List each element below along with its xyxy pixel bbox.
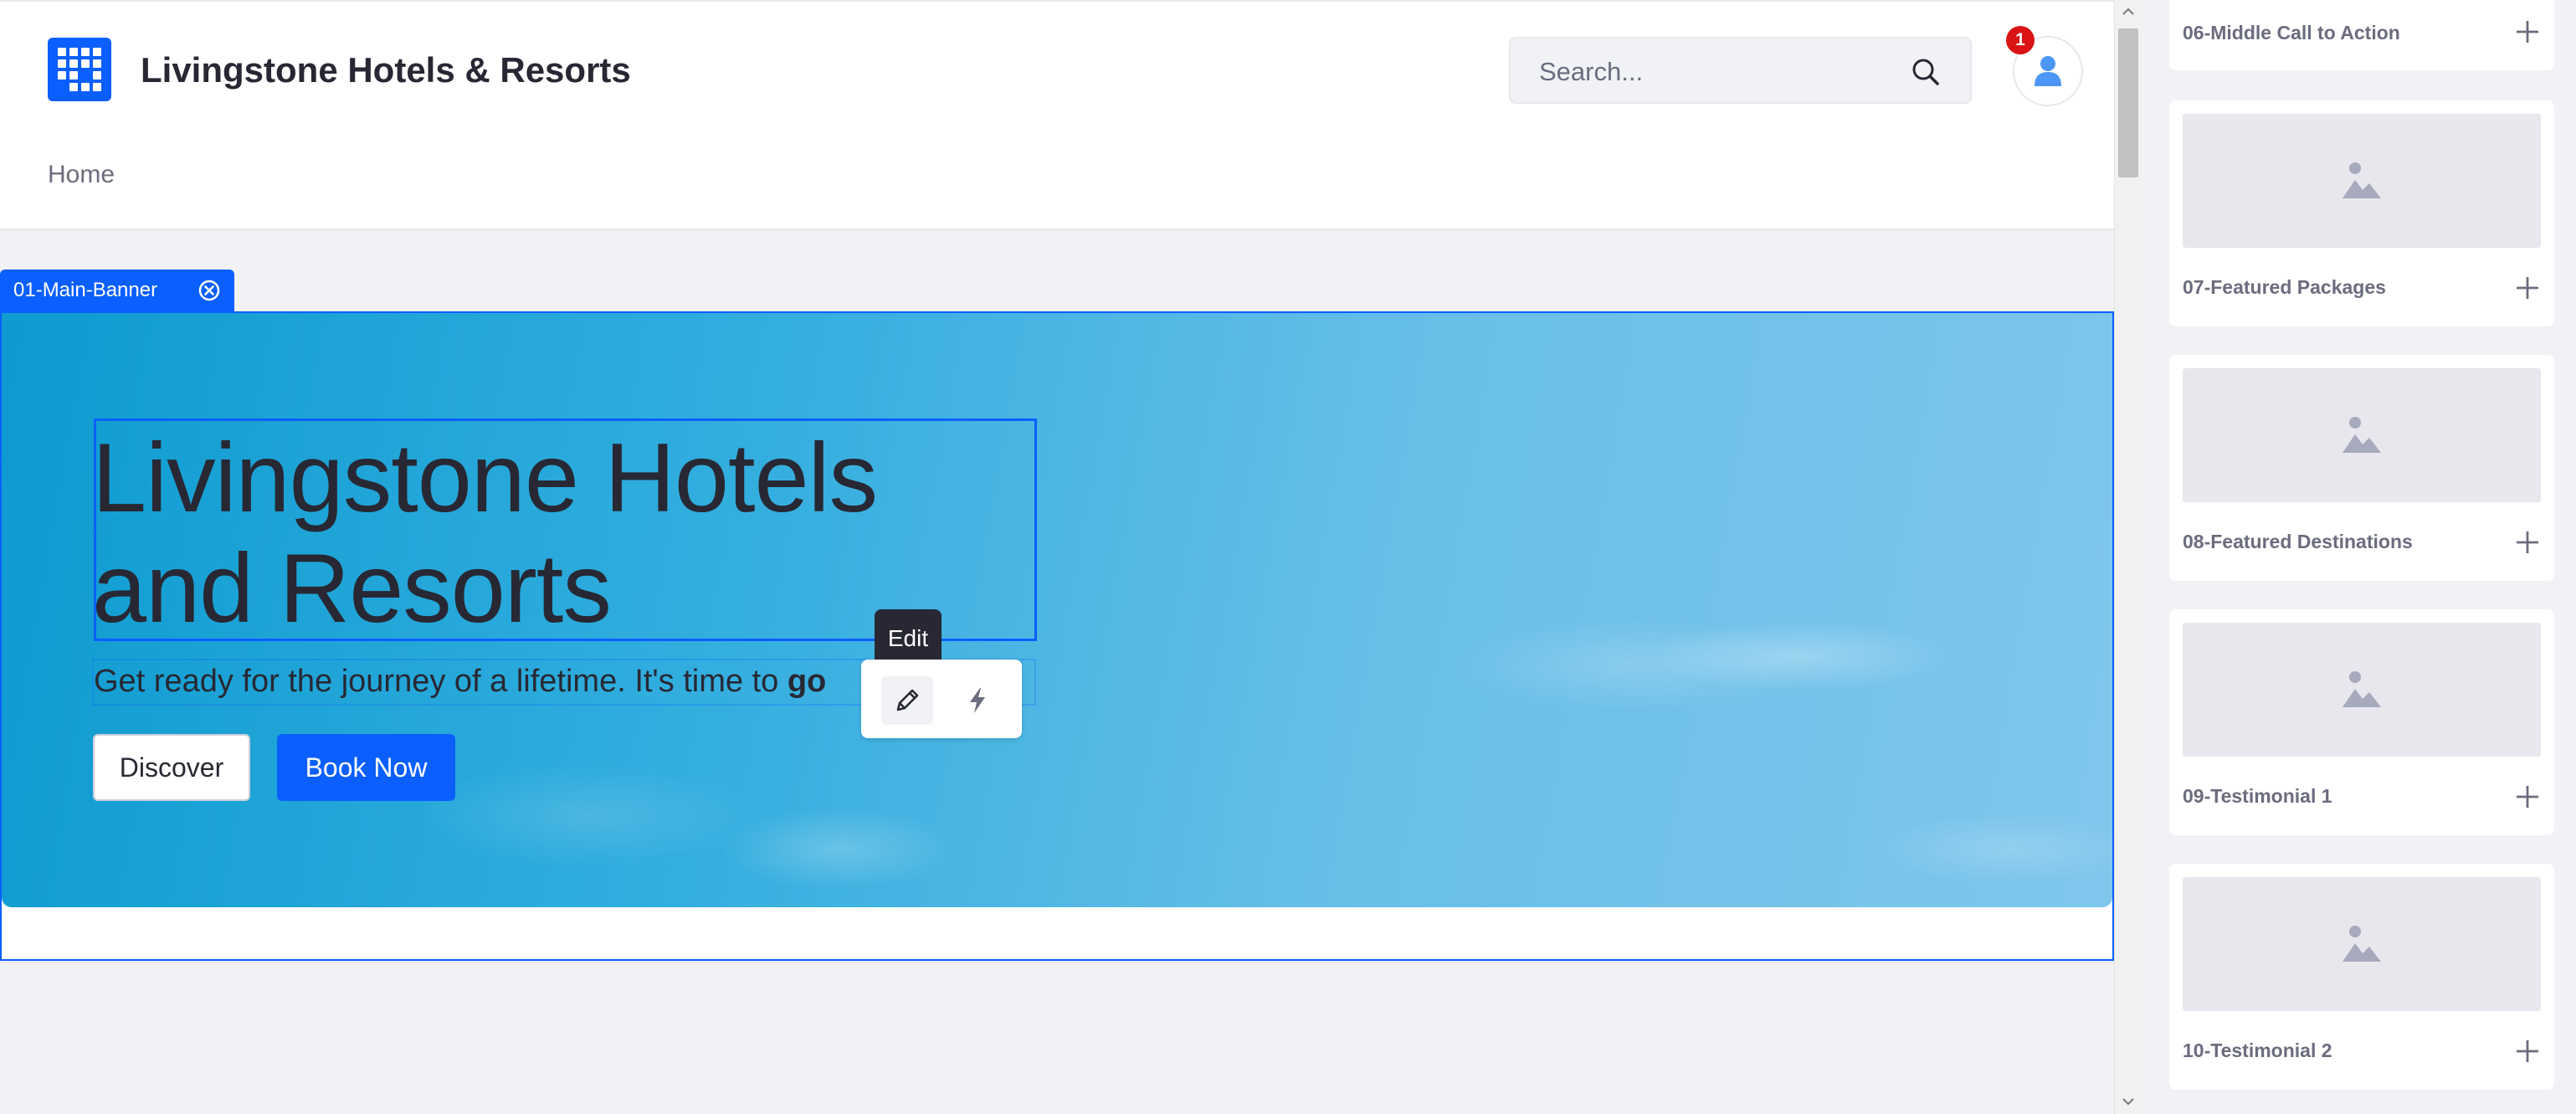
scrollbar-thumb[interactable]: [2118, 28, 2138, 177]
fragment-card[interactable]: 07-Featured Packages: [2169, 100, 2554, 326]
notification-badge[interactable]: 1: [2006, 26, 2035, 54]
fragment-card[interactable]: 08-Featured Destinations: [2169, 355, 2554, 581]
page-scrollbar[interactable]: [2114, 0, 2141, 1114]
image-placeholder-icon: [2343, 671, 2381, 707]
plus-icon[interactable]: [2514, 529, 2541, 556]
image-placeholder-icon: [2343, 162, 2381, 198]
fragment-thumbnail: [2183, 623, 2541, 757]
discover-button[interactable]: Discover: [93, 734, 250, 801]
edit-button[interactable]: [881, 676, 933, 725]
user-icon: [2035, 56, 2061, 86]
image-placeholder-icon: [2343, 417, 2381, 453]
site-logo[interactable]: [48, 38, 111, 101]
pencil-icon: [896, 689, 919, 711]
plus-icon[interactable]: [2514, 1038, 2541, 1065]
search-input[interactable]: [1539, 55, 1891, 89]
image-placeholder-icon: [2343, 926, 2381, 962]
plus-icon[interactable]: [2514, 275, 2541, 301]
scroll-up-arrow-icon[interactable]: [2122, 5, 2135, 18]
fragment-thumbnail: [2183, 368, 2541, 502]
site-header: Livingstone Hotels & Resorts 1 Home: [0, 0, 2114, 230]
fragment-card-label: 09-Testimonial 1: [2183, 785, 2332, 807]
subtitle-text: Get ready for the journey of a lifetime.…: [94, 664, 788, 699]
fragment-card[interactable]: 09-Testimonial 1: [2169, 609, 2554, 835]
fragments-sidebar: 06-Middle Call to Action 07-Featured Pac…: [2141, 0, 2576, 1114]
fragment-card-label: 08-Featured Destinations: [2183, 531, 2413, 552]
page-preview-canvas: Livingstone Hotels & Resorts 1 Home 01-M…: [0, 0, 2114, 1114]
mapping-button[interactable]: [952, 676, 1003, 725]
site-title[interactable]: Livingstone Hotels & Resorts: [141, 50, 631, 90]
fragment-card-label: 06-Middle Call to Action: [2183, 22, 2400, 44]
search-box[interactable]: [1509, 37, 1972, 104]
fragment-card-label: 10-Testimonial 2: [2183, 1040, 2332, 1061]
close-icon[interactable]: [198, 279, 221, 302]
search-icon[interactable]: [1911, 57, 1941, 87]
fragment-name: 01-Main-Banner: [13, 279, 158, 301]
nav-item-home[interactable]: Home: [48, 161, 115, 189]
bolt-icon: [970, 688, 985, 713]
plus-icon[interactable]: [2514, 18, 2541, 45]
fragment-topper[interactable]: 01-Main-Banner: [0, 270, 235, 311]
subtitle-bold-text: go: [787, 664, 827, 699]
fragment-card-label: 07-Featured Packages: [2183, 276, 2386, 298]
fragment-card[interactable]: 06-Middle Call to Action: [2169, 0, 2554, 70]
book-now-button[interactable]: Book Now: [277, 734, 455, 801]
fragment-thumbnail: [2183, 877, 2541, 1011]
plus-icon[interactable]: [2514, 783, 2541, 810]
fragment-thumbnail: [2183, 114, 2541, 248]
fragment-toolbar: [861, 660, 1022, 738]
fragment-card[interactable]: 10-Testimonial 2: [2169, 864, 2554, 1090]
scroll-down-arrow-icon[interactable]: [2122, 1095, 2135, 1108]
